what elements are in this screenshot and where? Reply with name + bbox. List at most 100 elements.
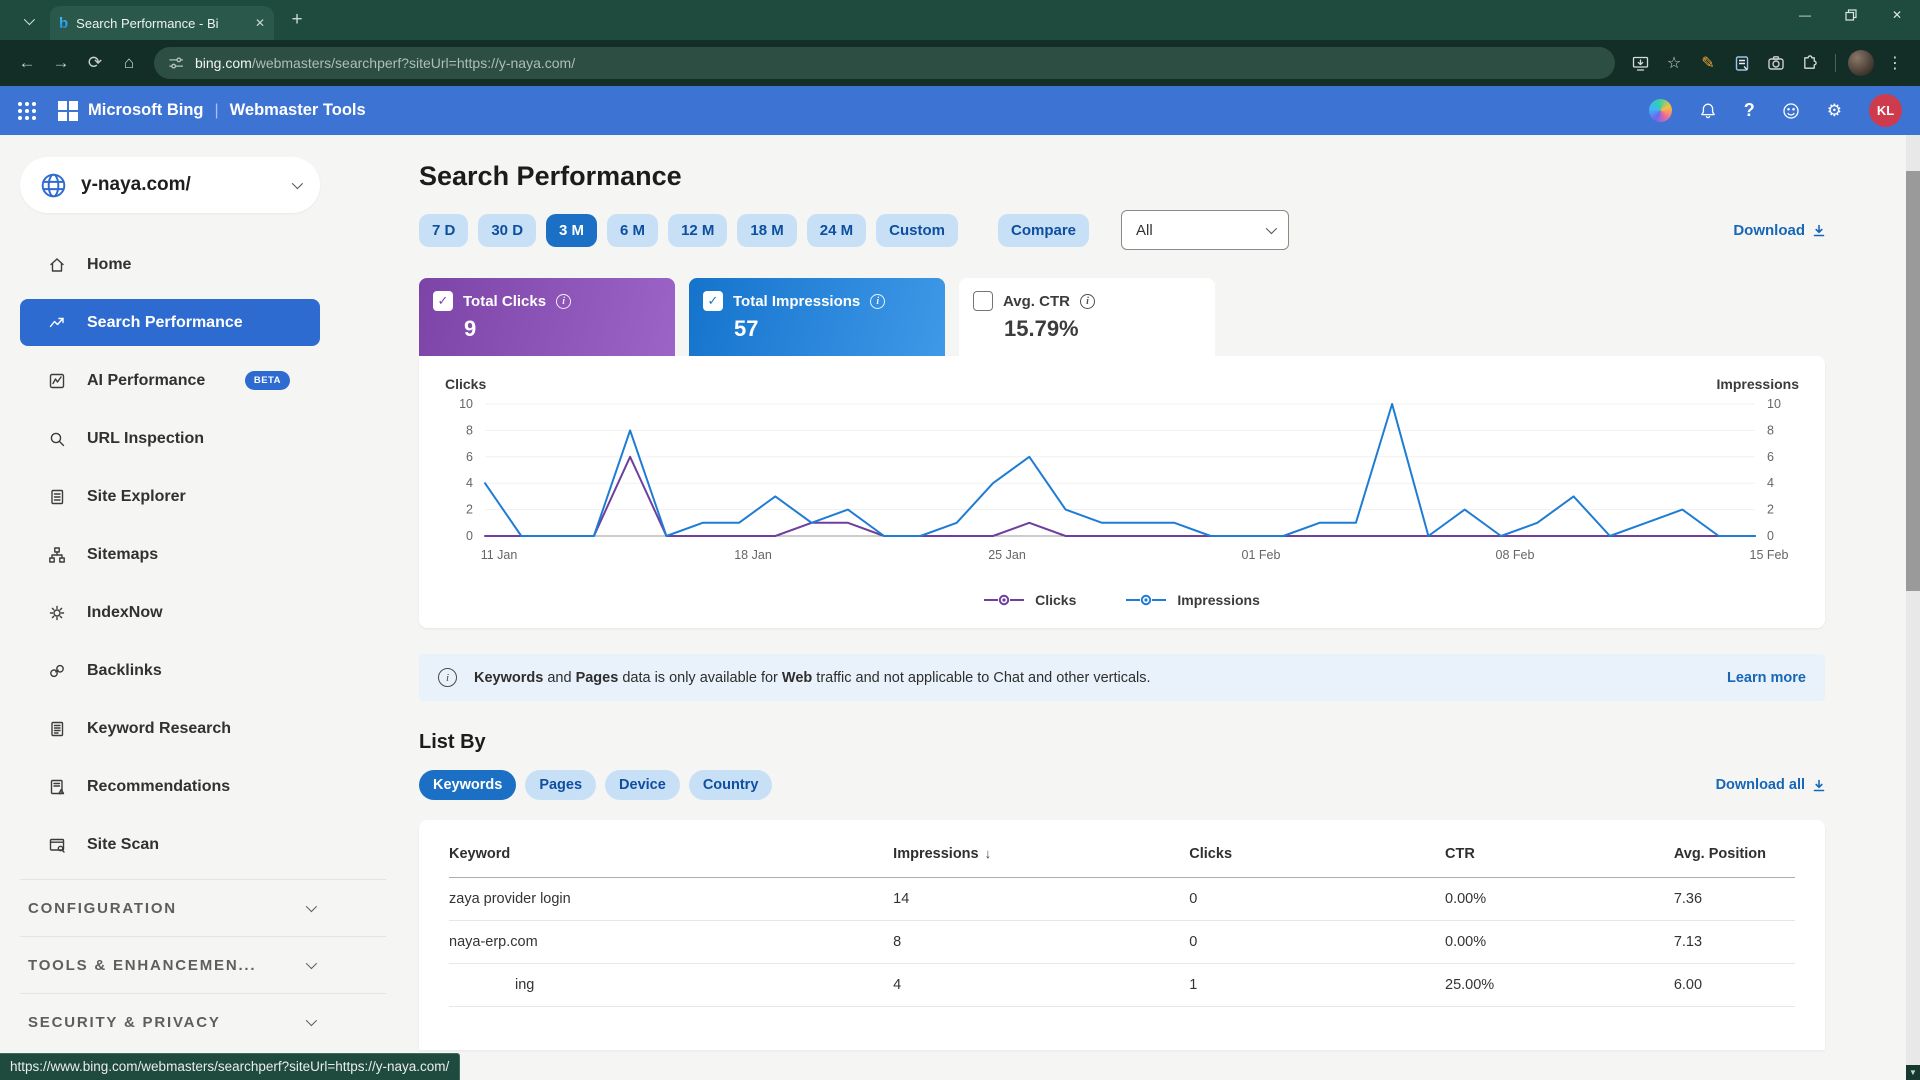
svg-text:01 Feb: 01 Feb xyxy=(1242,548,1281,562)
performance-chart-panel: Clicks Impressions 0022446688101011 Jan1… xyxy=(419,356,1825,628)
sidebar: y-naya.com/ Home Search Performance AI P… xyxy=(0,135,390,1080)
line-chart[interactable]: 0022446688101011 Jan18 Jan25 Jan01 Feb08… xyxy=(443,396,1797,582)
avg-ctr-checkbox[interactable] xyxy=(973,291,993,311)
sidebar-item-site-scan[interactable]: Site Scan xyxy=(20,821,320,868)
copilot-icon[interactable] xyxy=(1649,99,1672,122)
browser-tabstrip: b Search Performance - Bi ✕ + — ✕ xyxy=(0,0,1920,40)
sidebar-item-recommendations[interactable]: Recommendations xyxy=(20,763,320,810)
column-clicks[interactable]: Clicks xyxy=(1189,846,1445,862)
range-24m-button[interactable]: 24 M xyxy=(807,214,866,247)
legend-impressions[interactable]: Impressions xyxy=(1126,592,1259,608)
info-icon: i xyxy=(870,294,885,309)
svg-text:4: 4 xyxy=(466,476,473,490)
sidebar-item-backlinks[interactable]: Backlinks xyxy=(20,647,320,694)
sidebar-item-keyword-research[interactable]: Keyword Research xyxy=(20,705,320,752)
page-scrollbar[interactable]: ▼ xyxy=(1906,135,1920,1080)
site-settings-icon[interactable] xyxy=(168,55,184,71)
avg-ctr-card[interactable]: Avg. CTR i 15.79% xyxy=(959,278,1215,356)
column-avg-position[interactable]: Avg. Position xyxy=(1674,846,1795,862)
table-row[interactable]: ing 4 1 25.00% 6.00 xyxy=(449,964,1795,1007)
window-restore-button[interactable] xyxy=(1828,0,1874,30)
account-avatar[interactable]: KL xyxy=(1869,94,1902,127)
legend-clicks[interactable]: Clicks xyxy=(984,592,1076,608)
notifications-bell-icon[interactable] xyxy=(1699,102,1717,120)
browser-profile-avatar[interactable] xyxy=(1846,48,1876,78)
browser-tab[interactable]: b Search Performance - Bi ✕ xyxy=(50,6,274,40)
window-close-button[interactable]: ✕ xyxy=(1874,0,1920,30)
vertical-filter-select[interactable]: All xyxy=(1121,210,1289,250)
compare-button[interactable]: Compare xyxy=(998,214,1089,247)
back-button[interactable]: ← xyxy=(10,46,44,80)
total-impressions-checkbox[interactable]: ✓ xyxy=(703,291,723,311)
tab-pages[interactable]: Pages xyxy=(525,770,596,800)
range-custom-button[interactable]: Custom xyxy=(876,214,958,247)
suite-name[interactable]: Webmaster Tools xyxy=(230,101,366,120)
settings-gear-icon[interactable]: ⚙ xyxy=(1827,101,1842,121)
document-lines-icon xyxy=(48,720,66,738)
pencil-extension-icon[interactable]: ✎ xyxy=(1693,48,1723,78)
product-name[interactable]: Microsoft Bing xyxy=(88,101,204,120)
forward-button[interactable]: → xyxy=(44,46,78,80)
column-impressions[interactable]: Impressions↓ xyxy=(893,846,1189,862)
range-30d-button[interactable]: 30 D xyxy=(478,214,536,247)
sidebar-section-configuration[interactable]: CONFIGURATION xyxy=(20,879,386,936)
extensions-puzzle-icon[interactable] xyxy=(1795,48,1825,78)
camera-extension-icon[interactable] xyxy=(1761,48,1791,78)
sidebar-section-security[interactable]: SECURITY & PRIVACY xyxy=(20,993,386,1050)
site-selector[interactable]: y-naya.com/ xyxy=(20,157,320,213)
range-12m-button[interactable]: 12 M xyxy=(668,214,727,247)
address-bar[interactable]: bing.com/webmasters/searchperf?siteUrl=h… xyxy=(154,47,1615,79)
new-tab-button[interactable]: + xyxy=(284,7,310,33)
reload-button[interactable]: ⟳ xyxy=(78,46,112,80)
window-minimize-button[interactable]: — xyxy=(1782,0,1828,30)
sidebar-item-site-explorer[interactable]: Site Explorer xyxy=(20,473,320,520)
chevron-down-icon xyxy=(306,901,317,912)
download-all-link[interactable]: Download all xyxy=(1716,777,1825,793)
beta-badge: BETA xyxy=(245,371,290,390)
feedback-smiley-icon[interactable] xyxy=(1782,102,1800,120)
tab-search-button[interactable] xyxy=(14,7,42,35)
column-ctr[interactable]: CTR xyxy=(1445,846,1674,862)
table-row[interactable]: naya-erp.com 8 0 0.00% 7.13 xyxy=(449,921,1795,964)
bing-favicon-icon: b xyxy=(59,15,68,32)
sidebar-item-search-performance[interactable]: Search Performance xyxy=(20,299,320,346)
help-icon[interactable]: ? xyxy=(1744,100,1755,121)
install-app-icon[interactable] xyxy=(1625,48,1655,78)
sidebar-item-ai-performance[interactable]: AI Performance BETA xyxy=(20,357,320,404)
total-clicks-card[interactable]: ✓ Total Clicks i 9 xyxy=(419,278,675,356)
svg-text:0: 0 xyxy=(1767,529,1774,543)
tab-device[interactable]: Device xyxy=(605,770,680,800)
table-row[interactable]: zaya provider login 14 0 0.00% 7.36 xyxy=(449,878,1795,921)
microsoft-logo-icon xyxy=(58,101,78,121)
tab-keywords[interactable]: Keywords xyxy=(419,770,516,800)
range-6m-button[interactable]: 6 M xyxy=(607,214,658,247)
column-keyword[interactable]: Keyword xyxy=(449,846,893,862)
range-18m-button[interactable]: 18 M xyxy=(737,214,796,247)
left-axis-title: Clicks xyxy=(445,376,486,392)
chevron-down-icon xyxy=(1266,223,1277,234)
download-link[interactable]: Download xyxy=(1733,222,1825,239)
svg-text:0: 0 xyxy=(466,529,473,543)
tab-country[interactable]: Country xyxy=(689,770,773,800)
sidebar-item-sitemaps[interactable]: Sitemaps xyxy=(20,531,320,578)
toolbar-divider xyxy=(1835,54,1836,72)
bookmark-star-icon[interactable]: ☆ xyxy=(1659,48,1689,78)
svg-text:4: 4 xyxy=(1767,476,1774,490)
waffle-menu-icon[interactable] xyxy=(18,102,36,120)
range-3m-button[interactable]: 3 M xyxy=(546,214,597,247)
learn-more-link[interactable]: Learn more xyxy=(1727,670,1806,686)
sidebar-section-tools[interactable]: TOOLS & ENHANCEMEN... xyxy=(20,936,386,993)
download-icon xyxy=(1813,779,1825,792)
total-clicks-checkbox[interactable]: ✓ xyxy=(433,291,453,311)
total-impressions-card[interactable]: ✓ Total Impressions i 57 xyxy=(689,278,945,356)
range-7d-button[interactable]: 7 D xyxy=(419,214,468,247)
scrollbar-thumb[interactable] xyxy=(1906,171,1920,591)
sidebar-item-home[interactable]: Home xyxy=(20,241,320,288)
browser-menu-icon[interactable]: ⋮ xyxy=(1880,48,1910,78)
sidebar-item-url-inspection[interactable]: URL Inspection xyxy=(20,415,320,462)
info-icon: i xyxy=(438,668,457,687)
sidebar-item-indexnow[interactable]: IndexNow xyxy=(20,589,320,636)
notes-extension-icon[interactable] xyxy=(1727,48,1757,78)
home-button[interactable]: ⌂ xyxy=(112,46,146,80)
tab-close-icon[interactable]: ✕ xyxy=(255,16,265,30)
